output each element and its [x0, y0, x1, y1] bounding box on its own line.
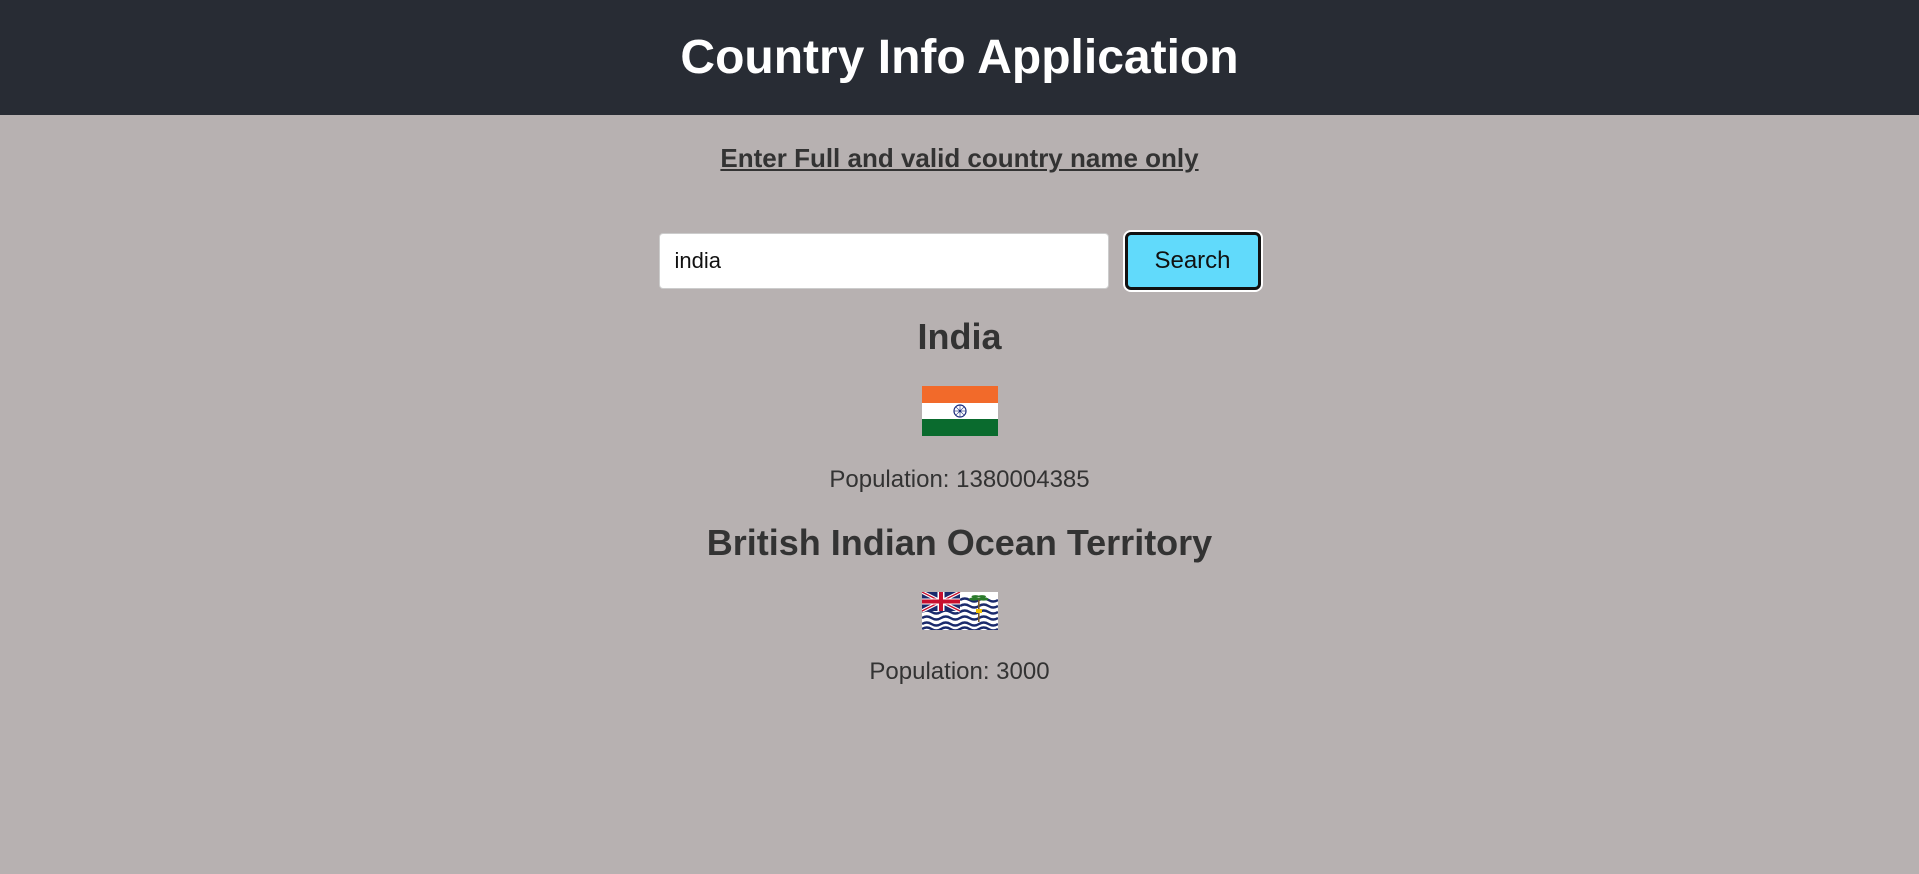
app-header: Country Info Application: [0, 0, 1919, 115]
population-text: Population: 1380004385: [829, 466, 1090, 493]
population-text: Population: 3000: [869, 658, 1050, 685]
india-flag-icon: [921, 386, 998, 436]
country-name: India: [917, 316, 1002, 357]
country-result: British Indian Ocean Territory Populatio…: [0, 494, 1919, 686]
instruction-text: Enter Full and valid country name only: [720, 143, 1199, 173]
british-indian-ocean-territory-flag-icon: [921, 592, 998, 630]
search-button[interactable]: Search: [1124, 232, 1261, 290]
results-list: India Population: 1380004385 British Ind…: [0, 290, 1919, 686]
country-search-input[interactable]: [658, 233, 1109, 289]
country-name: British Indian Ocean Territory: [706, 522, 1213, 563]
search-bar: Search: [0, 232, 1919, 290]
country-result: India Population: 1380004385: [0, 290, 1919, 494]
app-title: Country Info Application: [680, 31, 1239, 84]
